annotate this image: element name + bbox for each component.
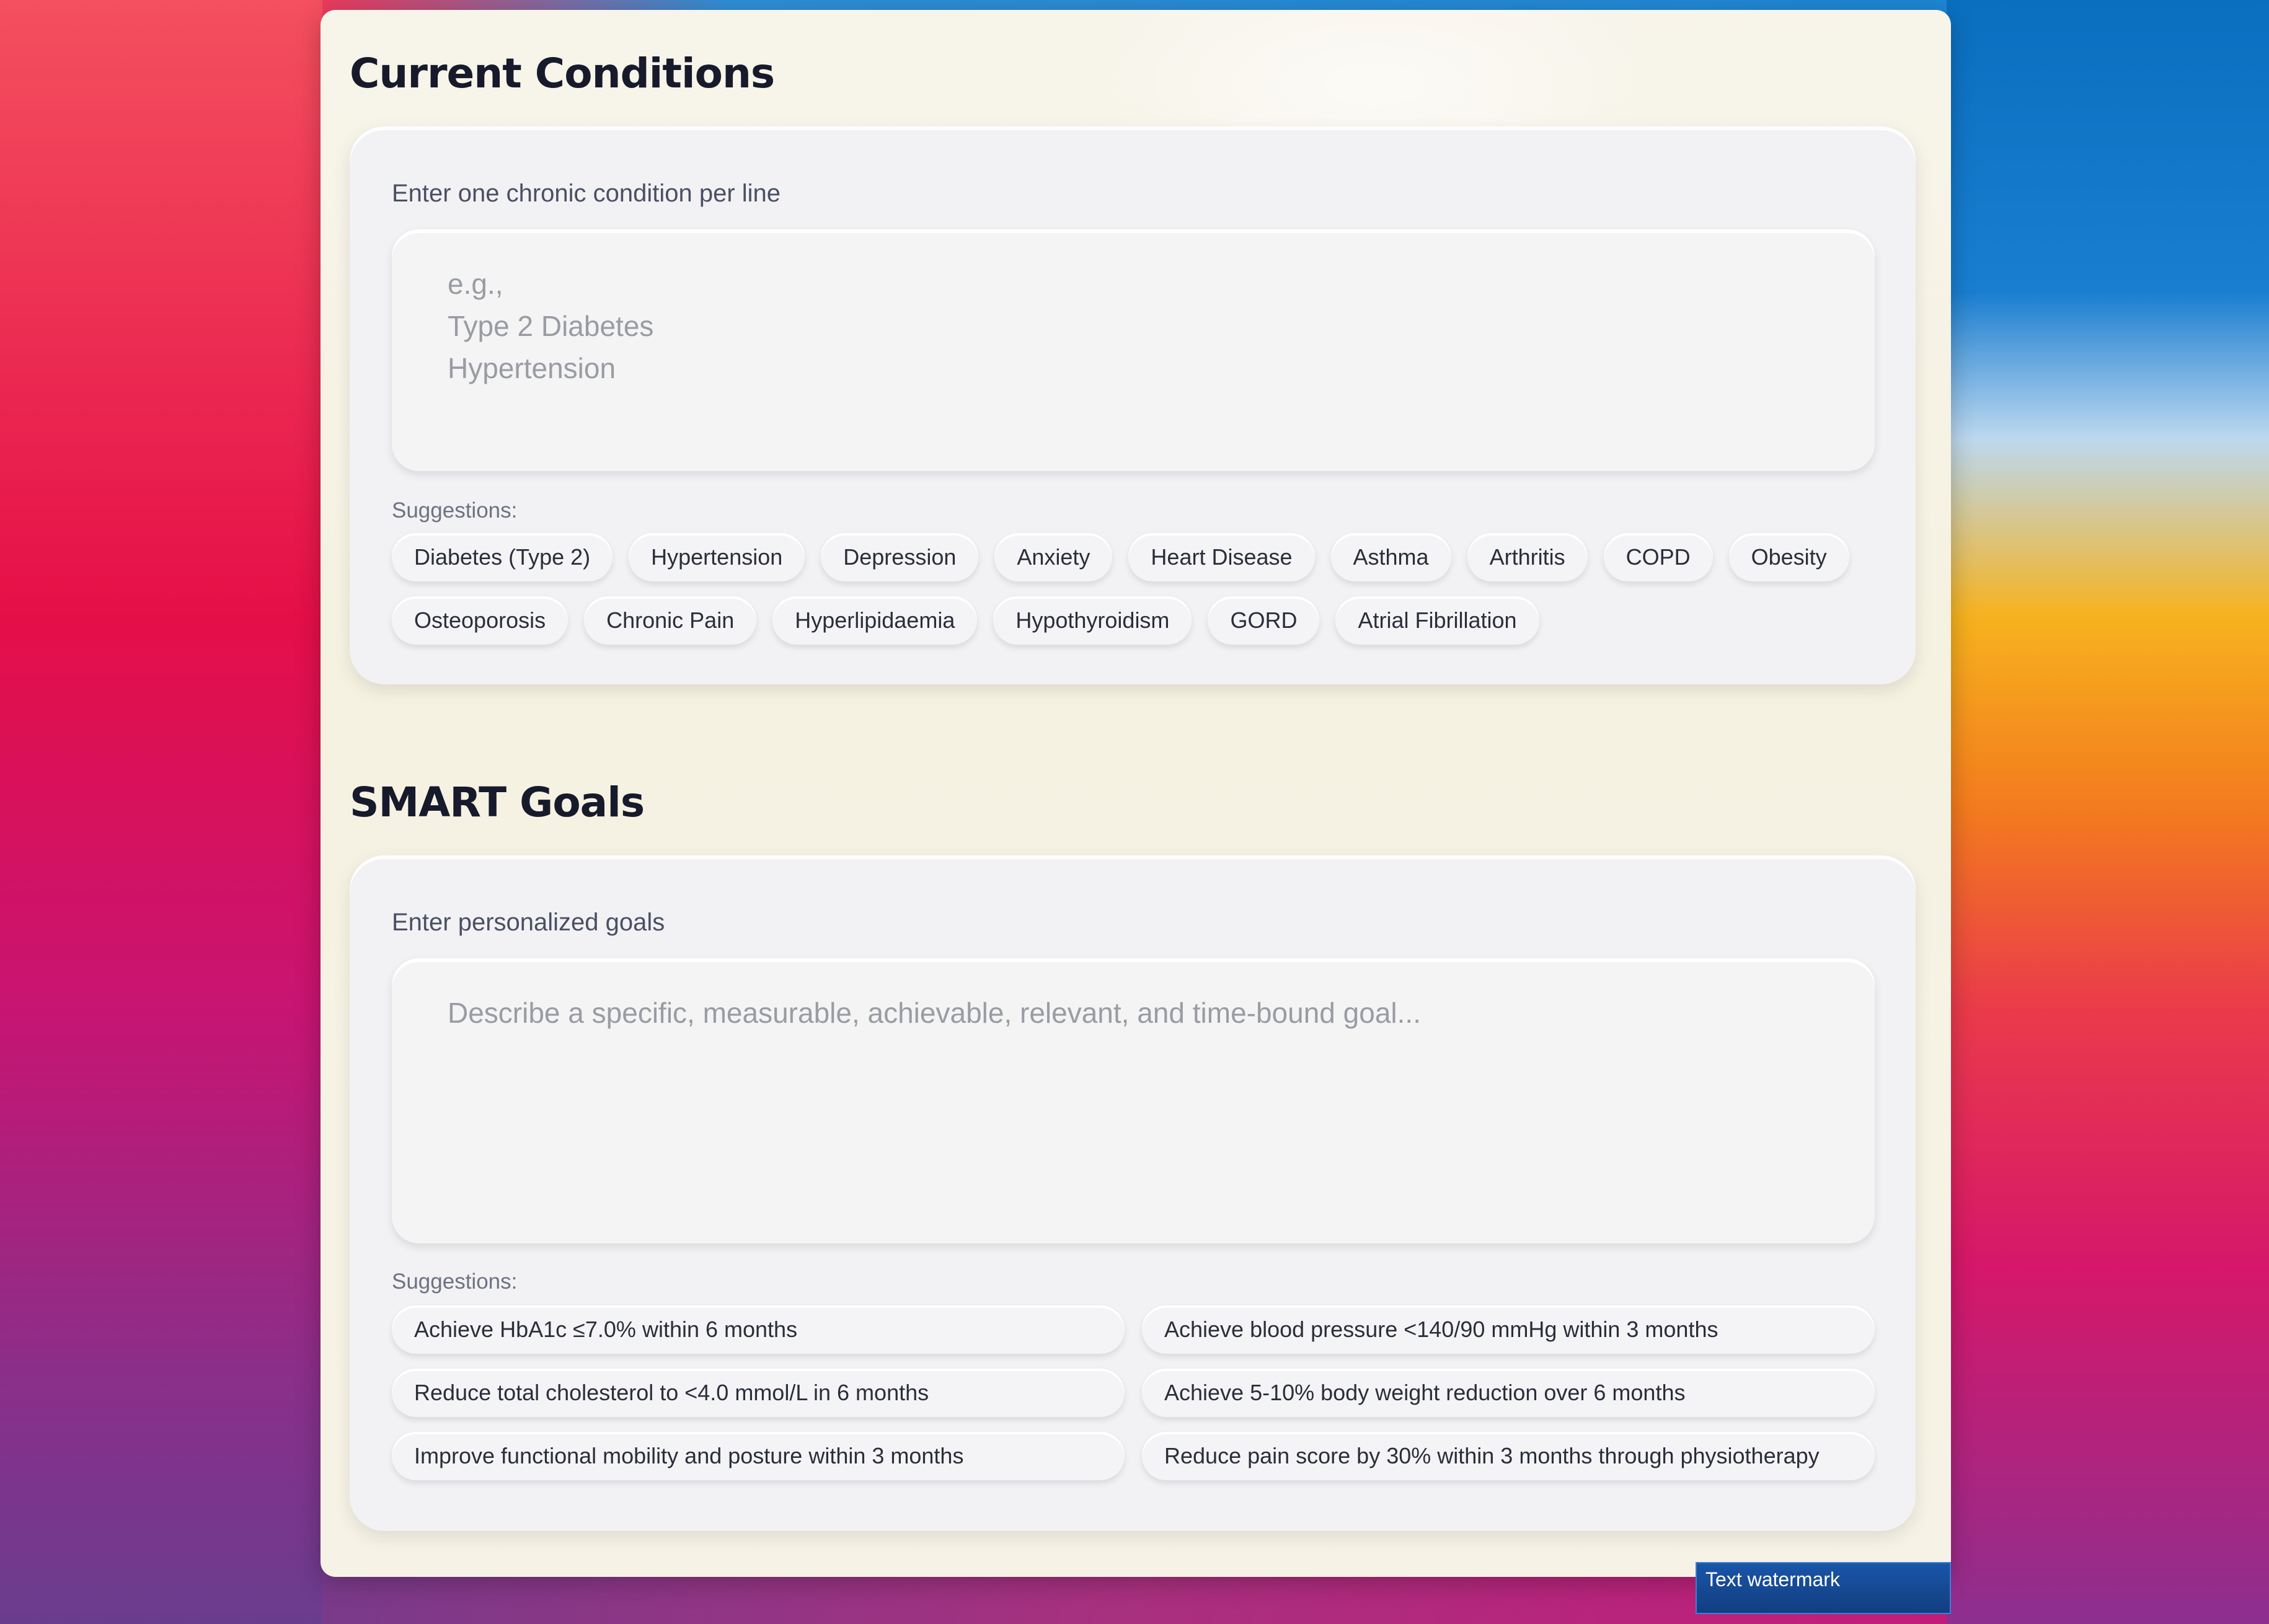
condition-suggestion-chip[interactable]: Chronic Pain: [584, 596, 757, 645]
condition-suggestion-chip[interactable]: Hypertension: [629, 533, 805, 581]
goals-title: SMART Goals: [350, 779, 645, 826]
goals-suggestions-label: Suggestions:: [392, 1269, 518, 1294]
goals-label: Enter personalized goals: [392, 909, 665, 936]
goal-suggestion-chip[interactable]: Achieve 5-10% body weight reduction over…: [1142, 1369, 1875, 1417]
condition-suggestion-chip[interactable]: Obesity: [1728, 533, 1849, 581]
goals-panel: Enter personalized goals Suggestions: Ac…: [350, 855, 1916, 1531]
goal-suggestion-chip[interactable]: Improve functional mobility and posture …: [392, 1432, 1125, 1480]
goals-textarea[interactable]: [392, 958, 1875, 1243]
condition-suggestion-chip[interactable]: Anxiety: [994, 533, 1113, 581]
condition-suggestion-chip[interactable]: Asthma: [1330, 533, 1451, 581]
conditions-label: Enter one chronic condition per line: [392, 180, 781, 207]
goal-suggestion-chip[interactable]: Reduce pain score by 30% within 3 months…: [1142, 1432, 1875, 1480]
condition-suggestion-chip[interactable]: Depression: [821, 533, 979, 581]
condition-suggestion-chip[interactable]: Heart Disease: [1128, 533, 1315, 581]
conditions-title: Current Conditions: [350, 50, 775, 97]
goal-suggestion-chip[interactable]: Achieve blood pressure <140/90 mmHg with…: [1142, 1305, 1875, 1354]
condition-suggestion-chip[interactable]: Osteoporosis: [392, 596, 568, 645]
condition-suggestion-chip[interactable]: COPD: [1603, 533, 1713, 581]
text-watermark: Text watermark: [1696, 1562, 1951, 1614]
condition-suggestion-chip[interactable]: Atrial Fibrillation: [1335, 596, 1539, 645]
conditions-panel: Enter one chronic condition per line Sug…: [350, 126, 1916, 684]
condition-suggestion-chip[interactable]: Diabetes (Type 2): [392, 533, 613, 581]
conditions-textarea[interactable]: [392, 229, 1875, 471]
form-card: Current Conditions Enter one chronic con…: [321, 10, 1951, 1577]
goals-suggestion-list: Achieve HbA1c ≤7.0% within 6 months Achie…: [392, 1305, 1875, 1480]
condition-suggestion-chip[interactable]: Hypothyroidism: [993, 596, 1192, 645]
condition-suggestion-chip[interactable]: Hyperlipidaemia: [772, 596, 978, 645]
wallpaper-right: [1947, 0, 2269, 1624]
goal-suggestion-chip[interactable]: Reduce total cholesterol to <4.0 mmol/L …: [392, 1369, 1125, 1417]
goal-suggestion-chip[interactable]: Achieve HbA1c ≤7.0% within 6 months: [392, 1305, 1125, 1354]
conditions-suggestion-list: Diabetes (Type 2) Hypertension Depression A…: [392, 533, 1875, 645]
condition-suggestion-chip[interactable]: Arthritis: [1467, 533, 1588, 581]
wallpaper-left: [0, 0, 322, 1624]
condition-suggestion-chip[interactable]: GORD: [1208, 596, 1320, 645]
conditions-suggestions-label: Suggestions:: [392, 498, 518, 523]
